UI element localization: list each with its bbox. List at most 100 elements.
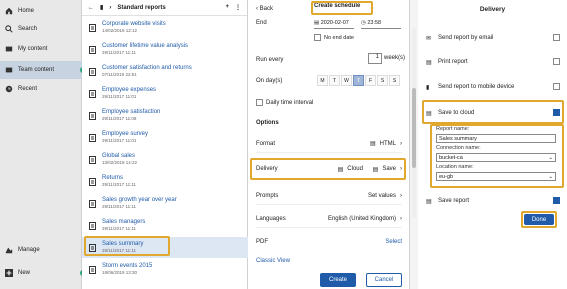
report-icon <box>82 155 102 164</box>
prompts-value: Set values <box>367 192 396 199</box>
day-toggle[interactable]: T <box>329 75 340 86</box>
printer-icon: ▤ <box>426 59 432 66</box>
no-end-date-option[interactable]: No end date <box>314 34 354 41</box>
report-date: 29/11/2017 11:11 <box>102 226 137 231</box>
report-name-input[interactable]: Sales summary <box>436 134 556 143</box>
nav-home[interactable]: Home <box>0 2 82 20</box>
report-date: 18/06/2019 13:30 <box>102 270 138 275</box>
clock-icon <box>0 85 18 93</box>
report-date: 29/11/2017 11:11 <box>102 204 137 209</box>
day-toggle[interactable]: W <box>341 75 352 86</box>
report-name-label: Report name: <box>436 126 470 132</box>
day-selector: MTWTFSS <box>317 75 400 86</box>
location-select[interactable]: eu-gb ⌄ <box>436 172 556 181</box>
day-toggle[interactable]: F <box>365 75 376 86</box>
back-arrow-icon[interactable]: ← <box>88 5 94 11</box>
add-icon[interactable]: + <box>225 4 229 11</box>
no-end-date-checkbox[interactable] <box>314 34 321 41</box>
report-list-item[interactable]: Storm events 2015 18/06/2019 13:30 <box>82 259 248 280</box>
end-time-field[interactable]: ◷ 23:58 <box>361 17 401 29</box>
connection-select[interactable]: bucket-ca ⌄ <box>436 153 556 162</box>
chevron-right-icon: › <box>400 215 402 222</box>
folder-icon: ▮ <box>100 5 104 11</box>
print-checkbox[interactable] <box>553 57 560 65</box>
send-mobile-checkbox[interactable] <box>553 82 560 90</box>
daily-interval-label: Daily time interval <box>266 99 314 106</box>
day-toggle[interactable]: M <box>317 75 328 86</box>
folder-icon <box>0 45 18 53</box>
back-link[interactable]: ‹ Back <box>256 6 273 12</box>
languages-row[interactable]: Languages English (United Kingdom) › <box>256 210 402 228</box>
report-list-item[interactable]: Employee satisfaction 29/11/2017 11:08 <box>82 105 248 126</box>
selected-report-highlight <box>84 236 170 256</box>
report-list-item[interactable]: Returns 29/11/2017 11:11 <box>82 171 248 192</box>
day-toggle[interactable]: S <box>389 75 400 86</box>
print-option[interactable]: ▤ Print report <box>426 52 560 72</box>
end-date-value: 2020-02-07 <box>320 19 349 26</box>
end-date-field[interactable]: ▤ 2020-02-07 <box>314 17 354 29</box>
pdf-select-link[interactable]: Select <box>385 239 402 245</box>
report-list-item[interactable]: Global sales 13/02/2018 14:22 <box>82 149 248 170</box>
report-name: Storm events 2015 <box>102 263 153 269</box>
report-list-item[interactable]: Employee survey 29/11/2017 11:01 <box>82 127 248 148</box>
back-label: Back <box>259 6 274 12</box>
done-highlight <box>521 211 557 228</box>
report-name: Returns <box>102 175 124 181</box>
send-email-option[interactable]: ✉ Send report by email <box>426 28 560 48</box>
delivery-highlight <box>250 158 406 180</box>
report-name: Employee survey <box>102 131 149 137</box>
pdf-row[interactable]: PDF Select <box>256 233 402 251</box>
run-every-label: Run every <box>256 57 284 63</box>
time-icon: ◷ <box>361 19 366 26</box>
report-name: Sales growth year over year <box>102 197 177 203</box>
save-report-option[interactable]: ▤ Save report <box>426 191 560 211</box>
report-list-item[interactable]: Sales managers 29/11/2017 11:11 <box>82 215 248 236</box>
daily-interval-checkbox[interactable] <box>256 99 263 106</box>
html-file-icon: ▤ <box>369 141 376 147</box>
report-icon <box>82 177 102 186</box>
day-toggle[interactable]: T <box>353 75 364 86</box>
send-email-checkbox[interactable] <box>553 33 560 41</box>
plus-icon <box>0 269 18 277</box>
left-nav: Home Search My content Team content Rece… <box>0 0 86 289</box>
schedule-scrollbar[interactable] <box>412 28 416 218</box>
languages-label: Languages <box>256 215 286 222</box>
report-icon <box>82 89 102 98</box>
report-list-item[interactable]: Customer satisfaction and returns 07/11/2… <box>82 61 248 82</box>
home-icon <box>0 7 18 15</box>
day-toggle[interactable]: S <box>377 75 388 86</box>
classic-view-link[interactable]: Classic View <box>256 258 290 264</box>
report-list-item[interactable]: Employee expenses 29/11/2017 11:01 <box>82 83 248 104</box>
end-time-value: 23:58 <box>367 19 382 26</box>
report-icon <box>82 45 102 54</box>
create-button[interactable]: Create <box>320 273 356 287</box>
nav-search[interactable]: Search <box>0 20 82 38</box>
nav-team-content[interactable]: Team content <box>0 61 86 79</box>
report-list-item[interactable]: Customer lifetime value analysis 29/11/20… <box>82 39 248 60</box>
report-date: 07/11/2019 22:51 <box>102 72 137 77</box>
daily-interval-option[interactable]: Daily time interval <box>256 99 313 106</box>
team-folder-icon <box>0 66 18 74</box>
cancel-button[interactable]: Cancel <box>366 273 402 287</box>
report-list-item[interactable]: Corporate website visits 14/02/2019 12:12 <box>82 17 248 38</box>
more-icon[interactable]: ⋮ <box>235 4 241 11</box>
nav-search-label: Search <box>18 26 38 32</box>
chevron-down-icon: ⌄ <box>548 173 553 180</box>
save-report-checkbox[interactable] <box>553 196 560 204</box>
nav-my-content[interactable]: My content <box>0 40 82 58</box>
format-value: HTML <box>379 140 396 147</box>
calendar-icon: ▤ <box>314 19 320 26</box>
report-list-item[interactable]: Sales growth year over year 29/11/2017 11… <box>82 193 248 214</box>
run-every-input[interactable]: 1 <box>368 53 382 64</box>
report-icon <box>82 133 102 142</box>
prompts-row[interactable]: Prompts Set values › <box>256 187 402 205</box>
report-icon <box>82 23 102 32</box>
format-row[interactable]: Format ▤ HTML › <box>256 135 402 153</box>
send-mobile-option[interactable]: ▮ Send report to mobile device <box>426 77 560 97</box>
scrollbar-thumb[interactable] <box>412 88 416 168</box>
report-date: 29/11/2017 11:08 <box>102 116 137 121</box>
end-label: End <box>256 20 267 26</box>
nav-recent[interactable]: Recent <box>0 80 82 98</box>
nav-new[interactable]: New <box>0 264 86 282</box>
nav-manage[interactable]: Manage <box>0 241 82 259</box>
